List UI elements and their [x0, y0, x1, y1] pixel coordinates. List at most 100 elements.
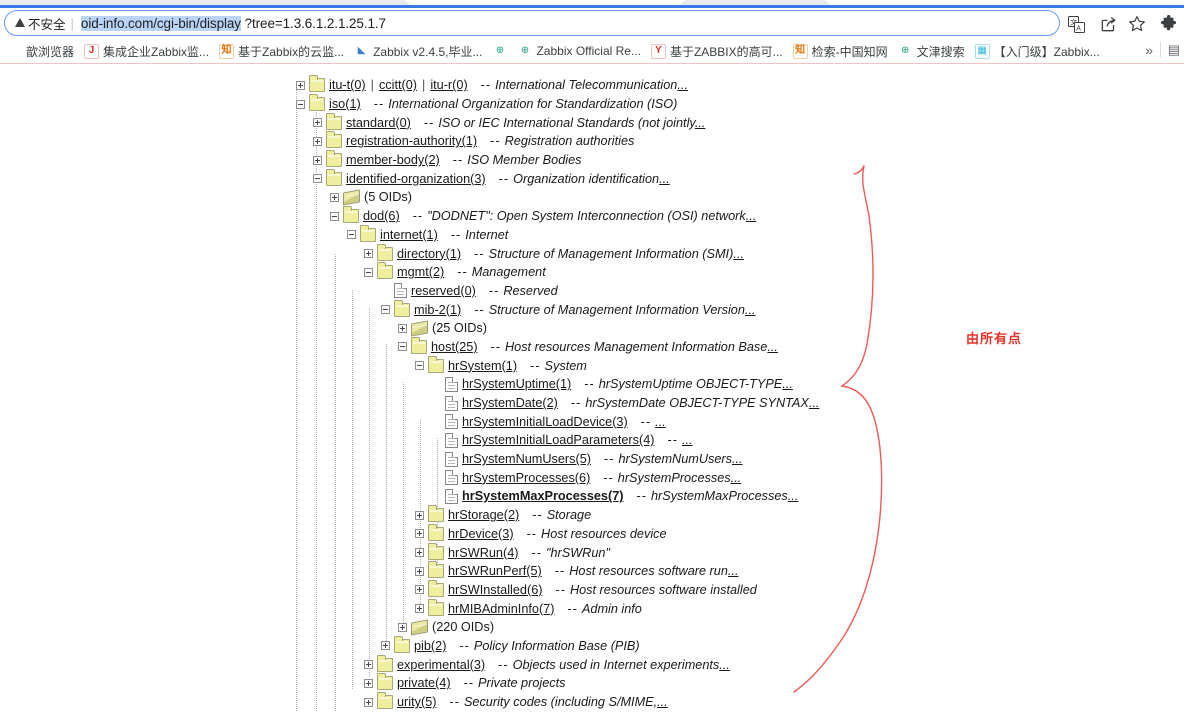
oid-node-link[interactable]: urity(5): [397, 695, 436, 709]
address-bar[interactable]: 不安全 | oid-info.com/cgi-bin/display ?tree…: [4, 10, 1060, 36]
oid-node-link[interactable]: standard(0): [346, 116, 411, 130]
tree-row[interactable]: host(25) -- Host resources Management Info…: [292, 336, 819, 357]
tree-row[interactable]: directory(1) -- Structure of Management In…: [292, 243, 819, 263]
oid-node-link[interactable]: hrSystemNumUsers(5): [462, 452, 591, 466]
oid-node-link[interactable]: itu-r(0): [430, 78, 467, 92]
tree-row[interactable]: internet(1) -- Internet: [292, 224, 819, 245]
tree-row[interactable]: (5 OIDs): [292, 188, 819, 207]
tree-row[interactable]: mib-2(1) -- Structure of Management Inform…: [292, 299, 819, 319]
description-ellipsis-link[interactable]: ...: [733, 247, 744, 261]
description-ellipsis-link[interactable]: ...: [659, 172, 670, 186]
description-ellipsis-link[interactable]: ...: [731, 471, 742, 485]
bookmark-item[interactable]: ⊕: [487, 42, 512, 61]
description-ellipsis-link[interactable]: ...: [746, 209, 757, 223]
security-chip[interactable]: 不安全: [15, 14, 66, 33]
tree-row[interactable]: hrSystem(1) -- System: [292, 355, 819, 375]
oid-node-link[interactable]: iso(1): [329, 97, 361, 111]
collapse-node-icon[interactable]: [364, 267, 373, 277]
tree-row[interactable]: hrSystemProcesses(6) -- hrSystemProcesses.…: [292, 468, 819, 487]
bookmark-item[interactable]: ◣ Zabbix v2.4.5,毕业...: [349, 41, 487, 62]
expand-node-icon[interactable]: [296, 80, 305, 90]
tree-row[interactable]: member-body(2) -- ISO Member Bodies: [292, 150, 819, 170]
expand-node-icon[interactable]: [415, 529, 424, 539]
tree-row[interactable]: hrSystemMaxProcesses(7) -- hrSystemMaxProc…: [292, 487, 819, 506]
description-ellipsis-link[interactable]: ...: [719, 658, 730, 672]
oid-node-link[interactable]: mib-2(1): [414, 303, 461, 317]
description-ellipsis-link[interactable]: ...: [745, 303, 756, 317]
share-icon[interactable]: [1098, 14, 1118, 34]
collapse-node-icon[interactable]: [381, 305, 390, 315]
expand-node-icon[interactable]: [398, 622, 407, 632]
tree-row[interactable]: hrSystemInitialLoadParameters(4) --...: [292, 431, 819, 450]
oid-node-link[interactable]: hrSystemProcesses(6): [462, 471, 590, 485]
bookmark-star-icon[interactable]: [1127, 14, 1147, 34]
description-ellipsis-link[interactable]: ...: [728, 564, 739, 578]
tree-row[interactable]: hrSystemDate(2) -- hrSystemDate OBJECT-TYP…: [292, 394, 819, 413]
oid-node-link[interactable]: ccitt(0): [379, 78, 417, 92]
oid-node-link[interactable]: hrSWRunPerf(5): [448, 564, 542, 578]
expand-node-icon[interactable]: [364, 697, 373, 707]
expand-node-icon[interactable]: [313, 118, 322, 128]
oid-node-link[interactable]: hrDevice(3): [448, 527, 514, 541]
expand-node-icon[interactable]: [398, 323, 407, 333]
bookmark-item[interactable]: ⊕ Zabbix Official Re...: [512, 42, 645, 61]
oid-node-link[interactable]: directory(1): [397, 247, 461, 261]
tree-row[interactable]: hrDevice(3) -- Host resources device: [292, 523, 819, 544]
description-ellipsis-link[interactable]: ...: [657, 695, 668, 709]
tree-row[interactable]: dod(6) -- "DODNET": Open System Interconne…: [292, 206, 819, 226]
bookmark-item[interactable]: ⊕ 文津搜索: [893, 41, 970, 62]
tree-row[interactable]: standard(0) -- ISO or IEC International St…: [292, 112, 819, 132]
bookmark-item[interactable]: ▦ 【入门级】Zabbix...: [970, 41, 1105, 62]
tree-row[interactable]: itu-t(0) | ccitt(0) | itu-r(0) -- Internationa…: [292, 75, 819, 95]
tree-row[interactable]: reserved(0) -- Reserved: [292, 282, 819, 301]
expand-node-icon[interactable]: [415, 510, 424, 520]
expand-node-icon[interactable]: [415, 604, 424, 614]
description-ellipsis-link[interactable]: ...: [695, 116, 706, 130]
bookmark-item[interactable]: Y 基于ZABBIX的高可...: [646, 41, 788, 62]
oid-node-link[interactable]: registration-authority(1): [346, 134, 477, 148]
expand-node-icon[interactable]: [415, 566, 424, 576]
tree-row[interactable]: hrSWRun(4) -- "hrSWRun": [292, 542, 819, 562]
oid-node-link[interactable]: hrSystemInitialLoadParameters(4): [462, 433, 655, 447]
tree-row[interactable]: hrSystemNumUsers(5) -- hrSystemNumUsers...: [292, 450, 819, 469]
oid-node-link[interactable]: hrStorage(2): [448, 508, 519, 522]
oid-node-link[interactable]: host(25): [431, 340, 478, 354]
collapse-node-icon[interactable]: [415, 361, 424, 371]
expand-node-icon[interactable]: [364, 249, 373, 259]
expand-node-icon[interactable]: [330, 192, 339, 202]
oid-node-link[interactable]: dod(6): [363, 209, 400, 223]
tree-row[interactable]: hrSystemUptime(1) -- hrSystemUptime OBJECT…: [292, 375, 819, 394]
tree-row[interactable]: pib(2) -- Policy Information Base (PIB): [292, 635, 819, 656]
tree-row[interactable]: registration-authority(1) -- Registration …: [292, 131, 819, 151]
tree-row[interactable]: mgmt(2) -- Management: [292, 262, 819, 282]
extensions-puzzle-icon[interactable]: [1159, 14, 1179, 34]
oid-node-link[interactable]: hrSWRun(4): [448, 546, 519, 560]
oid-node-link[interactable]: pib(2): [414, 639, 446, 653]
bookmark-item[interactable]: 知检索-中国知网: [788, 41, 893, 62]
collapse-node-icon[interactable]: [398, 342, 407, 352]
description-ellipsis-link[interactable]: ...: [655, 415, 666, 429]
oid-node-link[interactable]: identified-organization(3): [346, 172, 486, 186]
tree-row[interactable]: hrSWRunPerf(5) -- Host resources software …: [292, 561, 819, 581]
oid-node-link[interactable]: hrSWInstalled(6): [448, 583, 542, 597]
oid-node-link[interactable]: internet(1): [380, 228, 438, 242]
expand-node-icon[interactable]: [364, 660, 373, 670]
oid-node-link[interactable]: member-body(2): [346, 153, 440, 167]
expand-node-icon[interactable]: [415, 585, 424, 595]
oid-node-link[interactable]: itu-t(0): [329, 78, 366, 92]
expand-node-icon[interactable]: [364, 678, 373, 688]
tree-row[interactable]: hrSystemInitialLoadDevice(3) --...: [292, 412, 819, 431]
expand-node-icon[interactable]: [415, 548, 424, 558]
url-text[interactable]: oid-info.com/cgi-bin/display ?tree=1.3.6…: [80, 15, 1049, 31]
description-ellipsis-link[interactable]: ...: [677, 78, 688, 92]
oid-node-link[interactable]: reserved(0): [411, 284, 476, 298]
oid-node-link[interactable]: private(4): [397, 676, 451, 690]
oid-node-link[interactable]: hrSystemInitialLoadDevice(3): [462, 415, 628, 429]
tree-row[interactable]: hrMIBAdminInfo(7) -- Admin info: [292, 598, 819, 618]
oid-node-link[interactable]: hrSystem(1): [448, 359, 517, 373]
oid-node-link[interactable]: hrSystemMaxProcesses(7): [462, 489, 624, 503]
description-ellipsis-link[interactable]: ...: [732, 452, 743, 466]
oid-node-link[interactable]: mgmt(2): [397, 265, 444, 279]
description-ellipsis-link[interactable]: ...: [767, 340, 778, 354]
tree-row[interactable]: hrSWInstalled(6) -- Host resources softwar…: [292, 579, 819, 600]
